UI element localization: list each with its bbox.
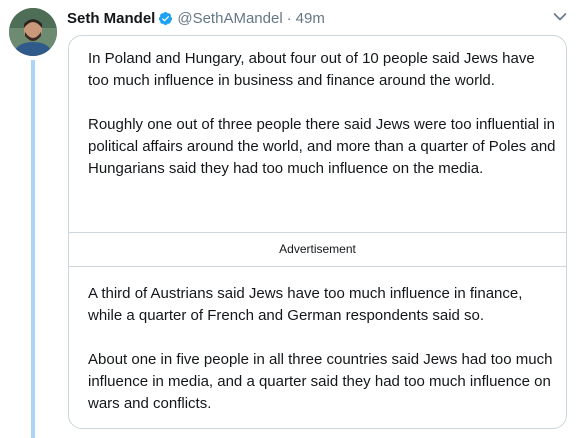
- author-name[interactable]: Seth Mandel: [67, 10, 155, 27]
- tweet-header: Seth Mandel @SethAMandel · 49m: [67, 8, 325, 28]
- avatar-image: [9, 8, 57, 56]
- separator-dot: ·: [286, 9, 292, 27]
- paragraph: In Poland and Hungary, about four out of…: [88, 50, 535, 89]
- paragraph: About one in five people in all three co…: [88, 351, 553, 412]
- paragraph: Roughly one out of three people there sa…: [88, 116, 556, 177]
- quoted-text-card[interactable]: In Poland and Hungary, about four out of…: [68, 35, 567, 429]
- timestamp[interactable]: 49m: [296, 10, 325, 27]
- author-handle[interactable]: @SethAMandel: [177, 10, 282, 27]
- advertisement-label: Advertisement: [69, 232, 566, 267]
- chevron-down-icon[interactable]: [553, 12, 567, 22]
- avatar[interactable]: [9, 8, 57, 56]
- thread-connector-line: [31, 60, 35, 438]
- paragraph: A third of Austrians said Jews have too …: [88, 285, 523, 324]
- verified-badge-icon: [159, 11, 173, 25]
